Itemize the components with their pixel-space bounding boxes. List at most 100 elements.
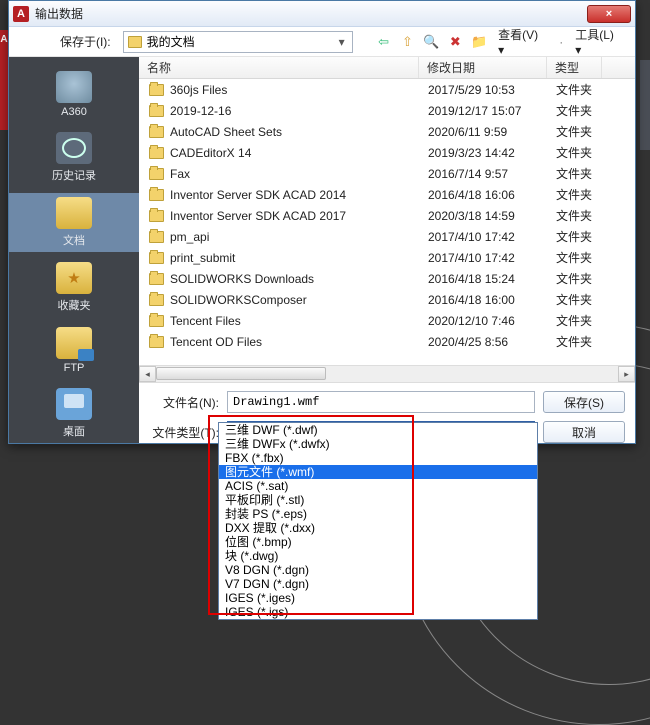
file-row[interactable]: Tencent Files2020/12/10 7:46文件夹 xyxy=(139,310,635,331)
folder-icon xyxy=(149,252,164,264)
folder-icon xyxy=(149,315,164,327)
sidebar-item-history[interactable]: 历史记录 xyxy=(9,128,139,187)
up-icon[interactable]: ⇧ xyxy=(399,33,417,51)
file-list: 名称 修改日期 类型 360js Files2017/5/29 10:53文件夹… xyxy=(139,57,635,383)
filetype-option[interactable]: V7 DGN (*.dgn) xyxy=(219,577,537,591)
file-list-header: 名称 修改日期 类型 xyxy=(139,57,635,79)
new-folder-icon[interactable]: 📁 xyxy=(470,33,488,51)
file-row[interactable]: Fax2016/7/14 9:57文件夹 xyxy=(139,163,635,184)
folder-icon xyxy=(149,273,164,285)
filetype-option[interactable]: IGES (*.igs) xyxy=(219,605,537,619)
view-menu[interactable]: 查看(V) ▾ xyxy=(494,24,551,59)
sidebar-item-docs[interactable]: 文档 xyxy=(9,193,139,252)
sidebar-item-desktop[interactable]: 桌面 xyxy=(9,384,139,443)
sidebar-item-a360[interactable]: A360 xyxy=(9,67,139,122)
file-row[interactable]: AutoCAD Sheet Sets2020/6/11 9:59文件夹 xyxy=(139,121,635,142)
col-type[interactable]: 类型 xyxy=(547,57,602,78)
file-name: CADEditorX 14 xyxy=(170,146,428,160)
filename-input[interactable] xyxy=(227,391,535,413)
filetype-option[interactable]: FBX (*.fbx) xyxy=(219,451,537,465)
delete-icon[interactable]: ✖ xyxy=(446,33,464,51)
file-date: 2019/12/17 15:07 xyxy=(428,104,556,118)
file-name: Inventor Server SDK ACAD 2017 xyxy=(170,209,428,223)
save-in-label: 保存于(I): xyxy=(17,33,117,50)
file-date: 2016/4/18 16:06 xyxy=(428,188,556,202)
app-ribbon xyxy=(0,30,8,130)
search-icon[interactable]: 🔍 xyxy=(422,33,440,51)
filetype-option[interactable]: ACIS (*.sat) xyxy=(219,479,537,493)
col-date[interactable]: 修改日期 xyxy=(419,57,547,78)
file-row[interactable]: 2019-12-162019/12/17 15:07文件夹 xyxy=(139,100,635,121)
folder-icon xyxy=(149,294,164,306)
col-name[interactable]: 名称 xyxy=(139,57,419,78)
file-row[interactable]: Inventor Server SDK ACAD 20142016/4/18 1… xyxy=(139,184,635,205)
file-name: SOLIDWORKSComposer xyxy=(170,293,428,307)
filetype-option[interactable]: 位图 (*.bmp) xyxy=(219,535,537,549)
file-date: 2020/12/10 7:46 xyxy=(428,314,556,328)
filetype-option[interactable]: 块 (*.dwg) xyxy=(219,549,537,563)
file-row[interactable]: Inventor Server SDK ACAD 20172020/3/18 1… xyxy=(139,205,635,226)
sidebar-item-label: A360 xyxy=(61,106,87,118)
file-row[interactable]: 360js Files2017/5/29 10:53文件夹 xyxy=(139,79,635,100)
filetype-dropdown[interactable]: 三维 DWF (*.dwf)三维 DWFx (*.dwfx)FBX (*.fbx… xyxy=(218,422,538,620)
file-date: 2017/5/29 10:53 xyxy=(428,83,556,97)
file-date: 2020/6/11 9:59 xyxy=(428,125,556,139)
filetype-option[interactable]: V8 DGN (*.dgn) xyxy=(219,563,537,577)
sidebar-item-ftp[interactable]: FTP xyxy=(9,323,139,378)
ftp-icon xyxy=(56,327,92,359)
chevron-down-icon: ▾ xyxy=(334,34,350,50)
scroll-track[interactable] xyxy=(156,366,618,382)
filetype-option[interactable]: 三维 DWFx (*.dwfx) xyxy=(219,437,537,451)
cancel-button[interactable]: 取消 xyxy=(543,421,625,443)
scroll-thumb[interactable] xyxy=(156,367,326,380)
file-row[interactable]: SOLIDWORKS Downloads2016/4/18 15:24文件夹 xyxy=(139,268,635,289)
dialog-title: 输出数据 xyxy=(35,5,587,22)
filetype-option[interactable]: 图元文件 (*.wmf) xyxy=(219,465,537,479)
file-row[interactable]: CADEditorX 142019/3/23 14:42文件夹 xyxy=(139,142,635,163)
file-date: 2016/4/18 16:00 xyxy=(428,293,556,307)
filetype-option[interactable]: 平板印刷 (*.stl) xyxy=(219,493,537,507)
filename-label: 文件名(N): xyxy=(149,394,219,411)
docs-icon xyxy=(56,197,92,229)
back-icon[interactable]: ⇦ xyxy=(375,33,393,51)
folder-icon xyxy=(149,231,164,243)
file-name: pm_api xyxy=(170,230,428,244)
folder-icon xyxy=(149,84,164,96)
filetype-option[interactable]: 封装 PS (*.eps) xyxy=(219,507,537,521)
toolbar: 保存于(I): 我的文档 ▾ ⇦ ⇧ 🔍 ✖ 📁 查看(V) ▾ · 工具(L)… xyxy=(9,27,635,57)
file-name: Tencent OD Files xyxy=(170,335,428,349)
fav-icon xyxy=(56,262,92,294)
file-row[interactable]: Tencent OD Files2020/4/25 8:56文件夹 xyxy=(139,331,635,352)
location-combo[interactable]: 我的文档 ▾ xyxy=(123,31,353,53)
save-dialog: A 输出数据 × 保存于(I): 我的文档 ▾ ⇦ ⇧ 🔍 ✖ 📁 查看(V) … xyxy=(8,0,636,444)
location-text: 我的文档 xyxy=(147,33,195,50)
file-type: 文件夹 xyxy=(556,81,611,98)
scroll-right-icon[interactable]: ▸ xyxy=(618,366,635,382)
file-name: Inventor Server SDK ACAD 2014 xyxy=(170,188,428,202)
save-button[interactable]: 保存(S) xyxy=(543,391,625,413)
file-date: 2019/3/23 14:42 xyxy=(428,146,556,160)
horizontal-scrollbar[interactable]: ◂ ▸ xyxy=(139,365,635,382)
sidebar-item-label: 文档 xyxy=(63,232,85,248)
folder-icon xyxy=(149,210,164,222)
file-date: 2016/7/14 9:57 xyxy=(428,167,556,181)
file-type: 文件夹 xyxy=(556,144,611,161)
close-button[interactable]: × xyxy=(587,5,631,23)
file-name: 2019-12-16 xyxy=(170,104,428,118)
scroll-left-icon[interactable]: ◂ xyxy=(139,366,156,382)
history-icon xyxy=(56,132,92,164)
file-row[interactable]: SOLIDWORKSComposer2016/4/18 16:00文件夹 xyxy=(139,289,635,310)
file-name: 360js Files xyxy=(170,83,428,97)
folder-icon xyxy=(149,105,164,117)
filetype-option[interactable]: DXX 提取 (*.dxx) xyxy=(219,521,537,535)
file-row[interactable]: pm_api2017/4/10 17:42文件夹 xyxy=(139,226,635,247)
file-type: 文件夹 xyxy=(556,165,611,182)
filetype-option[interactable]: IGES (*.iges) xyxy=(219,591,537,605)
tools-menu[interactable]: 工具(L) ▾ xyxy=(571,24,627,59)
file-name: Tencent Files xyxy=(170,314,428,328)
filetype-option[interactable]: 三维 DWF (*.dwf) xyxy=(219,423,537,437)
folder-icon xyxy=(149,336,164,348)
file-row[interactable]: print_submit2017/4/10 17:42文件夹 xyxy=(139,247,635,268)
file-name: SOLIDWORKS Downloads xyxy=(170,272,428,286)
sidebar-item-fav[interactable]: 收藏夹 xyxy=(9,258,139,317)
